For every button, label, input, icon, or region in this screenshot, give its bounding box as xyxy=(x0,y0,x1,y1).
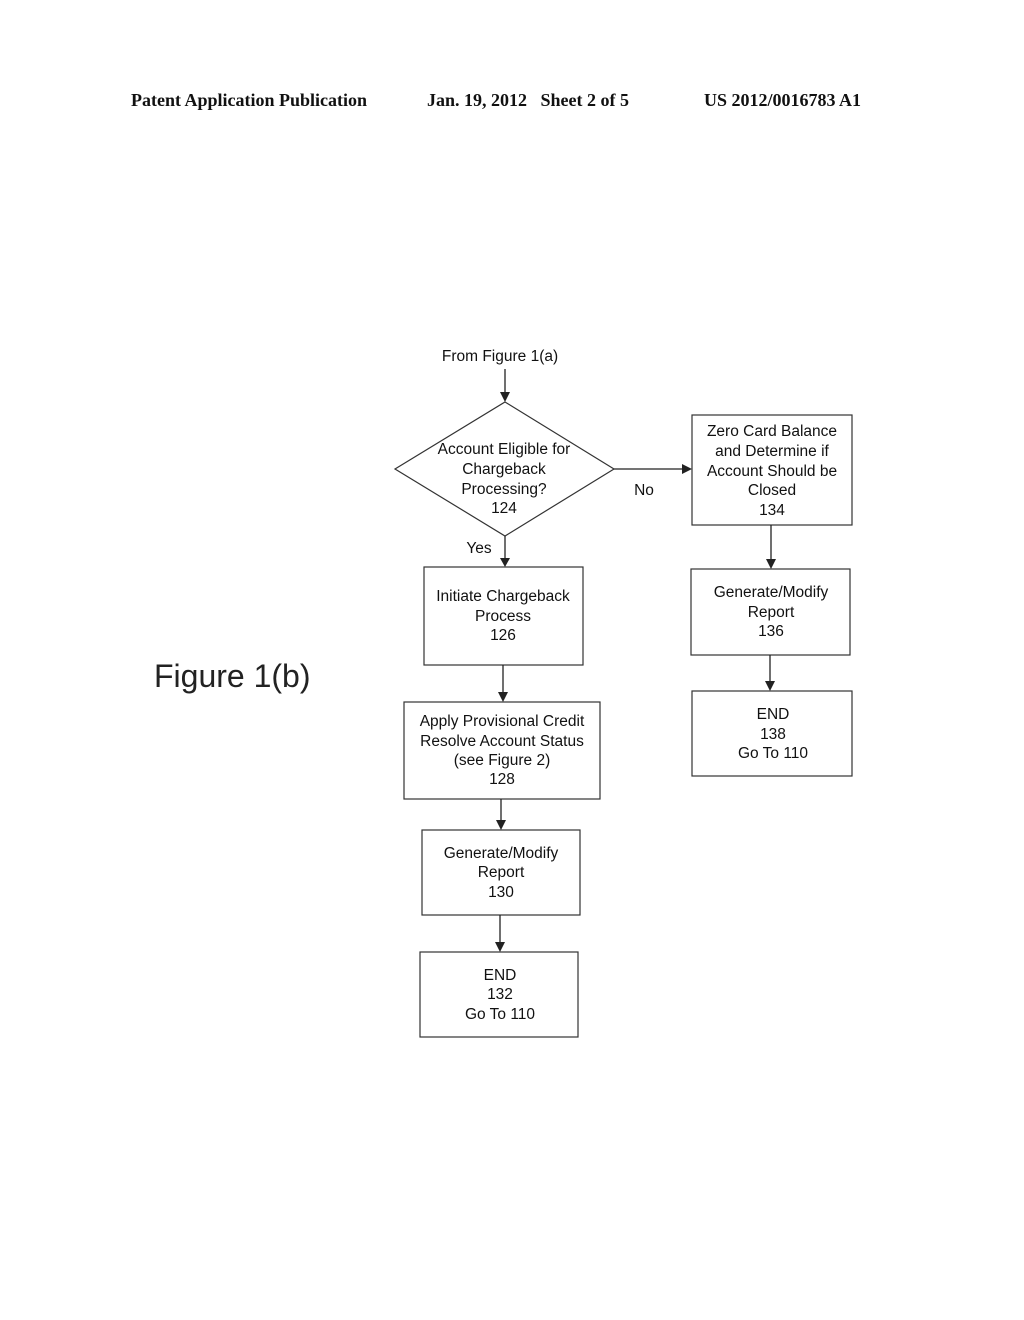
box-134-line-4: Closed xyxy=(748,482,796,499)
box-134-line-3: Account Should be xyxy=(707,463,837,480)
box-136-line-2: Report xyxy=(748,604,795,621)
box-136-line-1: Generate/Modify xyxy=(714,584,829,601)
box-132-ref: 132 xyxy=(487,986,513,1003)
box-128-line-1: Apply Provisional Credit xyxy=(420,713,585,730)
box-136-ref: 136 xyxy=(758,623,784,640)
box-126-line-2: Process xyxy=(475,608,531,625)
entry-arrowhead xyxy=(500,392,510,402)
yes-arrowhead xyxy=(500,558,510,567)
box-138-line-1: END xyxy=(757,706,790,723)
box-134-ref: 134 xyxy=(759,502,785,519)
flowchart: From Figure 1(a) Account Eligible for Ch… xyxy=(393,348,853,1038)
decision-line-1: Account Eligible for xyxy=(438,441,571,458)
entry-label: From Figure 1(a) xyxy=(442,348,558,365)
box-130-line-2: Report xyxy=(478,864,525,881)
arrowhead-128-130 xyxy=(496,820,506,830)
box-128-line-3: (see Figure 2) xyxy=(454,752,550,769)
no-label: No xyxy=(634,482,654,499)
box-138-line-3: Go To 110 xyxy=(738,745,808,762)
arrowhead-130-132 xyxy=(495,942,505,952)
decision-line-3: Processing? xyxy=(461,481,547,498)
box-126-ref: 126 xyxy=(490,627,516,644)
box-132-line-1: END xyxy=(484,967,517,984)
box-126-line-1: Initiate Chargeback xyxy=(436,588,570,605)
box-134-line-2: and Determine if xyxy=(715,443,829,460)
box-128-ref: 128 xyxy=(489,771,515,788)
yes-label: Yes xyxy=(466,540,492,557)
decision-line-2: Chargeback xyxy=(462,461,546,478)
box-138-ref: 138 xyxy=(760,726,786,743)
arrowhead-126-128 xyxy=(498,692,508,702)
arrowhead-134-136 xyxy=(766,559,776,569)
box-132-line-3: Go To 110 xyxy=(465,1006,535,1023)
decision-ref: 124 xyxy=(491,500,517,517)
box-130-line-1: Generate/Modify xyxy=(444,845,559,862)
no-arrowhead xyxy=(682,464,692,474)
box-134-line-1: Zero Card Balance xyxy=(707,423,837,440)
arrowhead-136-138 xyxy=(765,681,775,691)
box-128-line-2: Resolve Account Status xyxy=(420,733,584,750)
box-130-ref: 130 xyxy=(488,884,514,901)
